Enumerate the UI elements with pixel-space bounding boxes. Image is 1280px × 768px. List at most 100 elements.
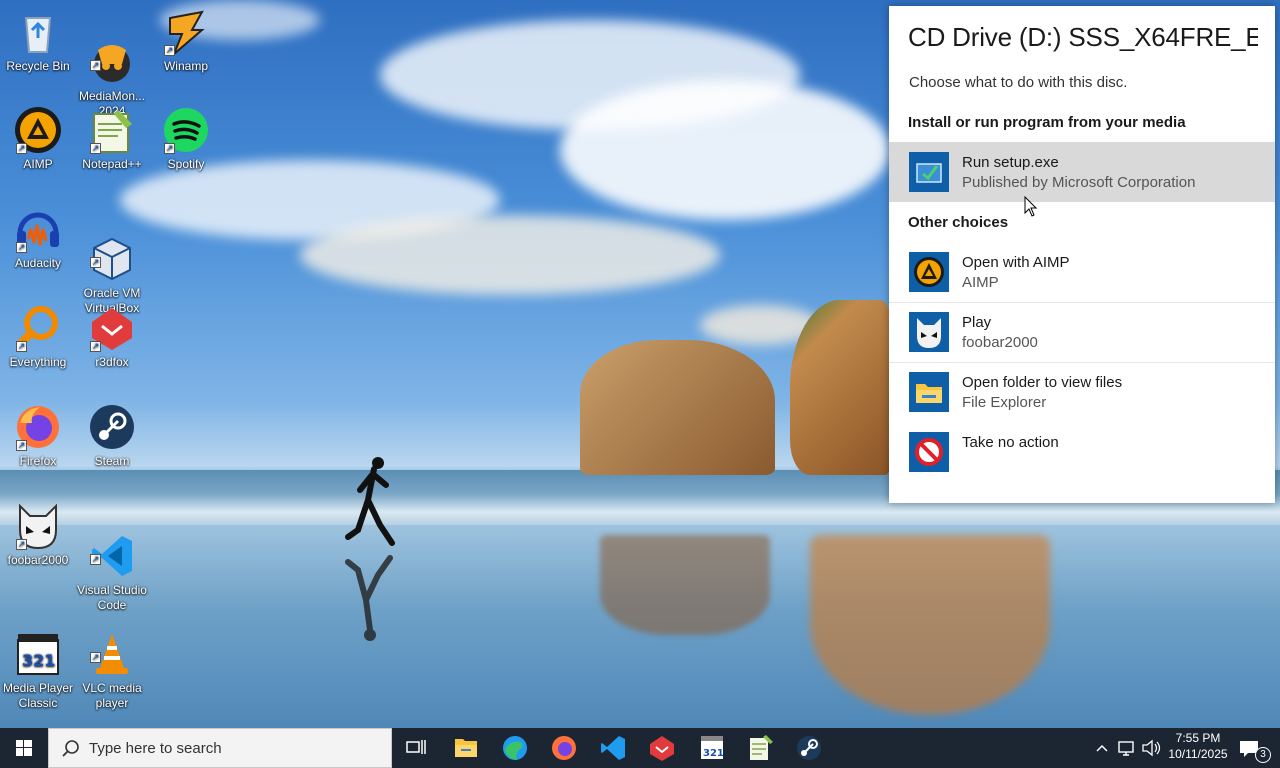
- desktop-icon-label: r3dfox: [95, 355, 129, 369]
- svg-text:321: 321: [703, 748, 724, 759]
- desktop-icon-label: Firefox: [19, 454, 57, 468]
- autoplay-subtitle: Choose what to do with this disc.: [909, 74, 1128, 91]
- taskbar: Type here to search 321 7:55 PM 10/11/20…: [0, 728, 1280, 768]
- aimp-icon: ↗: [14, 106, 62, 154]
- edge-icon: [503, 736, 527, 760]
- taskbar-file-explorer[interactable]: [446, 732, 486, 764]
- open-folder-title: Open folder to view files: [962, 374, 1123, 391]
- windows-logo-icon: [16, 740, 32, 756]
- notepad-plus-plus-icon: ↗: [88, 106, 136, 154]
- run-setup-publisher: Published by Microsoft Corporation: [962, 174, 1196, 191]
- spotify-icon: ↗: [162, 106, 210, 154]
- desktop-icon-vscode[interactable]: ↗ Visual Studio Code: [74, 502, 150, 613]
- desktop-icon-mediamonkey[interactable]: ↗ MediaMon... 2024: [74, 8, 150, 119]
- desktop-icon-label: Steam: [94, 454, 130, 468]
- volume-button[interactable]: [1140, 732, 1162, 764]
- winamp-icon: ↗: [162, 8, 210, 56]
- task-view-icon: [406, 740, 426, 754]
- desktop-icon-steam[interactable]: Steam: [74, 403, 150, 469]
- choice-open-with-aimp[interactable]: Open with AIMP AIMP: [889, 242, 1275, 302]
- taskbar-r3dfox[interactable]: [642, 732, 682, 764]
- firefox-icon: [552, 736, 576, 760]
- desktop-icon-spotify[interactable]: ↗ Spotify: [148, 106, 224, 172]
- task-view-button[interactable]: [396, 732, 436, 764]
- choice-open-folder[interactable]: Open folder to view files File Explorer: [889, 362, 1275, 422]
- mediamonkey-icon: ↗: [88, 23, 136, 82]
- foobar2000-icon: [909, 312, 949, 352]
- choice-play-foobar2000[interactable]: Play foobar2000: [889, 302, 1275, 362]
- steam-icon: [88, 403, 136, 451]
- choice-take-no-action[interactable]: Take no action: [889, 422, 1275, 482]
- taskbar-media-player-classic[interactable]: 321: [692, 732, 732, 764]
- clock[interactable]: 7:55 PM 10/11/2025: [1162, 731, 1234, 761]
- taskbar-vscode[interactable]: [593, 732, 633, 764]
- taskbar-firefox[interactable]: [544, 732, 584, 764]
- desktop-icon-label: Everything: [9, 355, 67, 369]
- virtualbox-icon: ↗: [88, 220, 136, 281]
- desktop-icon-label: Recycle Bin: [6, 59, 70, 73]
- desktop-icon-winamp[interactable]: ↗ Winamp: [148, 8, 224, 74]
- r3dfox-icon: [650, 736, 674, 761]
- desktop-icon-firefox[interactable]: ↗ Firefox: [0, 403, 76, 469]
- desktop-icon-label: Spotify: [167, 157, 205, 171]
- autoplay-title: CD Drive (D:) SSS_X64FRE_E...: [908, 22, 1258, 52]
- desktop-icon-media-player-classic[interactable]: 321 Media Player Classic: [0, 600, 76, 711]
- setup-icon: [909, 152, 949, 192]
- mpc-icon: 321: [14, 615, 62, 675]
- desktop-icon-foobar2000[interactable]: ↗ foobar2000: [0, 502, 76, 568]
- notepad-plus-plus-icon: [750, 735, 773, 760]
- vscode-icon: ↗: [88, 517, 136, 576]
- search-icon: [62, 740, 79, 757]
- r3dfox-icon: ↗: [88, 304, 136, 352]
- show-hidden-icons-button[interactable]: [1092, 732, 1112, 764]
- recycle-bin-icon: [14, 8, 62, 56]
- svg-text:321: 321: [22, 651, 55, 670]
- desktop-icon-label: foobar2000: [7, 553, 69, 567]
- clock-date: 10/11/2025: [1168, 747, 1228, 761]
- aimp-icon: [909, 252, 949, 292]
- taskbar-edge[interactable]: [495, 732, 535, 764]
- section-install-heading: Install or run program from your media: [908, 114, 1186, 131]
- network-icon: [1118, 741, 1134, 756]
- open-aimp-app: AIMP: [962, 274, 999, 291]
- desktop-icon-label: VLC media player: [82, 681, 142, 710]
- vscode-icon: [601, 736, 625, 760]
- run-setup-title: Run setup.exe: [962, 154, 1059, 171]
- mpc-icon: 321: [701, 736, 724, 759]
- start-button[interactable]: [0, 728, 48, 768]
- mouse-cursor-icon: [1024, 196, 1038, 217]
- desktop-icon-label: Media Player Classic: [2, 681, 74, 710]
- desktop-icon-virtualbox[interactable]: ↗ Oracle VM VirtualBox: [74, 205, 150, 316]
- desktop-icon-aimp[interactable]: ↗ AIMP: [0, 106, 76, 172]
- play-app: foobar2000: [962, 334, 1038, 351]
- notification-count-badge: 3: [1255, 747, 1271, 763]
- taskbar-search-box[interactable]: Type here to search: [48, 728, 392, 768]
- choice-run-setup[interactable]: Run setup.exe Published by Microsoft Cor…: [889, 142, 1275, 202]
- foobar2000-icon: ↗: [14, 502, 62, 550]
- desktop-icon-label: Winamp: [163, 59, 208, 73]
- desktop-icon-recycle-bin[interactable]: Recycle Bin: [0, 8, 76, 74]
- open-aimp-title: Open with AIMP: [962, 254, 1070, 271]
- audacity-icon: ↗: [14, 205, 62, 253]
- desktop-icon-audacity[interactable]: ↗ Audacity: [0, 205, 76, 271]
- network-button[interactable]: [1115, 732, 1137, 764]
- autoplay-panel: CD Drive (D:) SSS_X64FRE_E... Choose wha…: [889, 6, 1275, 503]
- speaker-icon: [1142, 739, 1161, 757]
- taskbar-notepad-plus-plus[interactable]: [740, 732, 780, 764]
- firefox-icon: ↗: [14, 403, 62, 451]
- open-folder-app: File Explorer: [962, 394, 1047, 411]
- desktop-icon-label: Notepad++: [82, 157, 142, 171]
- no-action-icon: [909, 432, 949, 472]
- desktop-icon-r3dfox[interactable]: ↗ r3dfox: [74, 304, 150, 370]
- desktop-icon-label: Audacity: [14, 256, 62, 270]
- section-other-heading: Other choices: [908, 214, 1009, 231]
- desktop-icon-everything[interactable]: ↗ Everything: [0, 304, 76, 370]
- taskbar-steam[interactable]: [789, 732, 829, 764]
- vlc-icon: ↗: [88, 615, 136, 674]
- action-center-button[interactable]: 3: [1236, 732, 1276, 764]
- desktop-icon-vlc[interactable]: ↗ VLC media player: [74, 600, 150, 711]
- desktop-icon-label: AIMP: [23, 157, 53, 171]
- no-action-title: Take no action: [962, 434, 1059, 451]
- steam-icon: [797, 736, 821, 760]
- desktop-icon-notepad-plus-plus[interactable]: ↗ Notepad++: [74, 106, 150, 172]
